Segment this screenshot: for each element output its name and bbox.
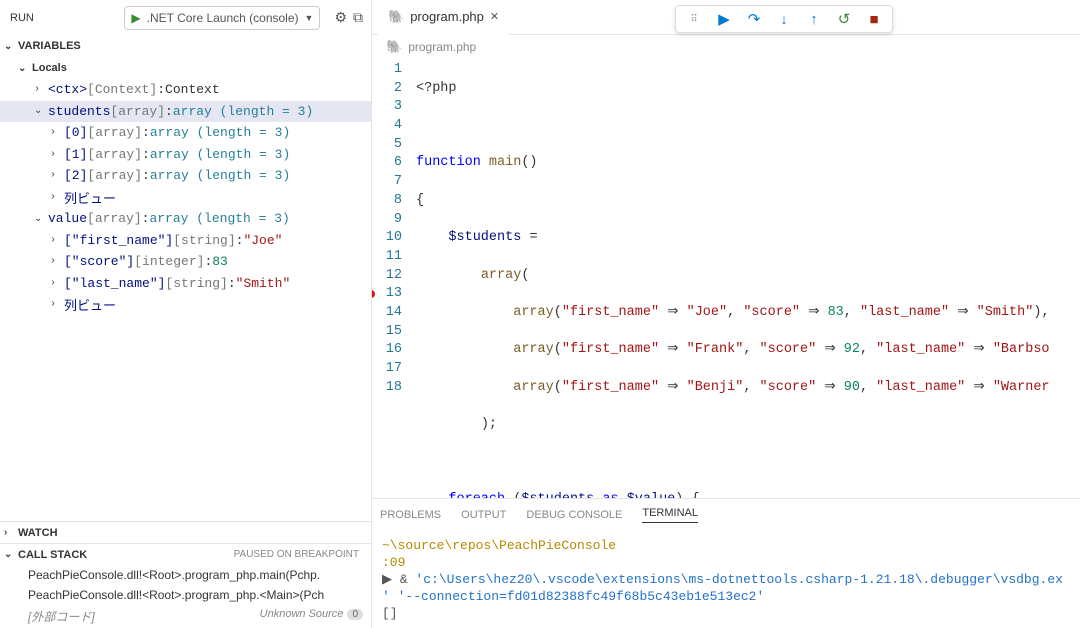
debug-sidebar: RUN ▶ .NET Core Launch (console) ▼ ⚙ ⧉ ⌄… — [0, 0, 372, 628]
stop-button[interactable]: ■ — [860, 7, 888, 31]
tab-program-php[interactable]: 🐘 program.php ✕ — [378, 0, 509, 35]
gear-icon[interactable]: ⚙ — [334, 9, 347, 26]
start-debug-icon[interactable]: ▶ — [131, 11, 140, 25]
debug-toolbar[interactable]: ⠿ ▶ ↷ ↓ ↑ ↺ ■ — [675, 5, 893, 33]
step-out-button[interactable]: ↑ — [800, 7, 828, 31]
debug-console-icon[interactable]: ⧉ — [353, 9, 363, 26]
chevron-down-icon: ⌄ — [18, 63, 32, 74]
chevron-down-icon: ⌄ — [4, 549, 18, 560]
var-students[interactable]: ⌄students [array]: array (length = 3) — [0, 101, 371, 123]
terminal-body[interactable]: ~\source\repos\PeachPieConsole :09 ▶ & '… — [372, 531, 1080, 628]
tab-terminal[interactable]: TERMINAL — [642, 507, 698, 523]
chevron-right-icon: › — [4, 527, 18, 538]
php-file-icon: 🐘 — [388, 9, 404, 25]
launch-config-dropdown[interactable]: ▶ .NET Core Launch (console) ▼ — [124, 6, 320, 30]
var-column-view-1[interactable]: ›列ビュー — [0, 187, 371, 209]
tab-problems[interactable]: PROBLEMS — [380, 509, 441, 521]
variables-tree: ›<ctx> [Context]: Context ⌄students [arr… — [0, 79, 371, 521]
callstack-external[interactable]: [外部コード] Unknown Source0 — [0, 605, 371, 628]
var-students-0[interactable]: ›[0] [array]: array (length = 3) — [0, 122, 371, 144]
panel-tabs: PROBLEMS OUTPUT DEBUG CONSOLE TERMINAL 3… — [372, 499, 1080, 531]
editor-panel: ⠿ ▶ ↷ ↓ ↑ ↺ ■ 🐘 program.php ✕ 🐘 program.… — [372, 0, 1080, 628]
var-students-1[interactable]: ›[1] [array]: array (length = 3) — [0, 144, 371, 166]
var-value-first-name[interactable]: ›["first_name"] [string]: "Joe" — [0, 230, 371, 252]
step-over-button[interactable]: ↷ — [740, 7, 768, 31]
chevron-down-icon: ⌄ — [4, 41, 18, 52]
restart-button[interactable]: ↺ — [830, 7, 858, 31]
var-ctx[interactable]: ›<ctx> [Context]: Context — [0, 79, 371, 101]
breakpoint-icon[interactable] — [372, 289, 376, 299]
tab-output[interactable]: OUTPUT — [461, 509, 506, 521]
chevron-down-icon: ▼ — [305, 13, 314, 23]
callstack-status: PAUSED ON BREAKPOINT — [234, 549, 367, 560]
var-value[interactable]: ⌄value [array]: array (length = 3) — [0, 208, 371, 230]
tab-debug-console[interactable]: DEBUG CONSOLE — [526, 509, 622, 521]
var-value-score[interactable]: ›["score"] [integer]: 83 — [0, 251, 371, 273]
var-value-last-name[interactable]: ›["last_name"] [string]: "Smith" — [0, 273, 371, 295]
step-into-button[interactable]: ↓ — [770, 7, 798, 31]
run-title: RUN — [8, 12, 34, 24]
callstack-header[interactable]: ⌄ CALL STACK PAUSED ON BREAKPOINT — [0, 543, 371, 565]
line-gutter: 123456789101112 13 1415161718 — [372, 59, 416, 498]
run-header: RUN ▶ .NET Core Launch (console) ▼ ⚙ ⧉ — [0, 0, 371, 35]
watch-header[interactable]: › WATCH — [0, 521, 371, 543]
var-column-view-2[interactable]: ›列ビュー — [0, 294, 371, 316]
terminal-panel: PROBLEMS OUTPUT DEBUG CONSOLE TERMINAL 3… — [372, 498, 1080, 628]
code-editor[interactable]: 123456789101112 13 1415161718 <?php func… — [372, 59, 1080, 498]
launch-label: .NET Core Launch (console) — [147, 11, 299, 25]
code-body[interactable]: <?php function main() { $students = arra… — [416, 59, 1080, 498]
locals-header[interactable]: ⌄ Locals — [0, 57, 371, 79]
close-icon[interactable]: ✕ — [490, 10, 499, 23]
php-file-icon: 🐘 — [386, 39, 402, 55]
callstack-frame-1[interactable]: PeachPieConsole.dll!<Root>.program_php.m… — [0, 565, 371, 585]
drag-handle-icon[interactable]: ⠿ — [680, 7, 708, 31]
breadcrumb[interactable]: 🐘 program.php — [372, 35, 1080, 59]
variables-header[interactable]: ⌄ VARIABLES — [0, 35, 371, 57]
continue-button[interactable]: ▶ — [710, 7, 738, 31]
var-students-2[interactable]: ›[2] [array]: array (length = 3) — [0, 165, 371, 187]
callstack-frame-2[interactable]: PeachPieConsole.dll!<Root>.program_php.<… — [0, 585, 371, 605]
